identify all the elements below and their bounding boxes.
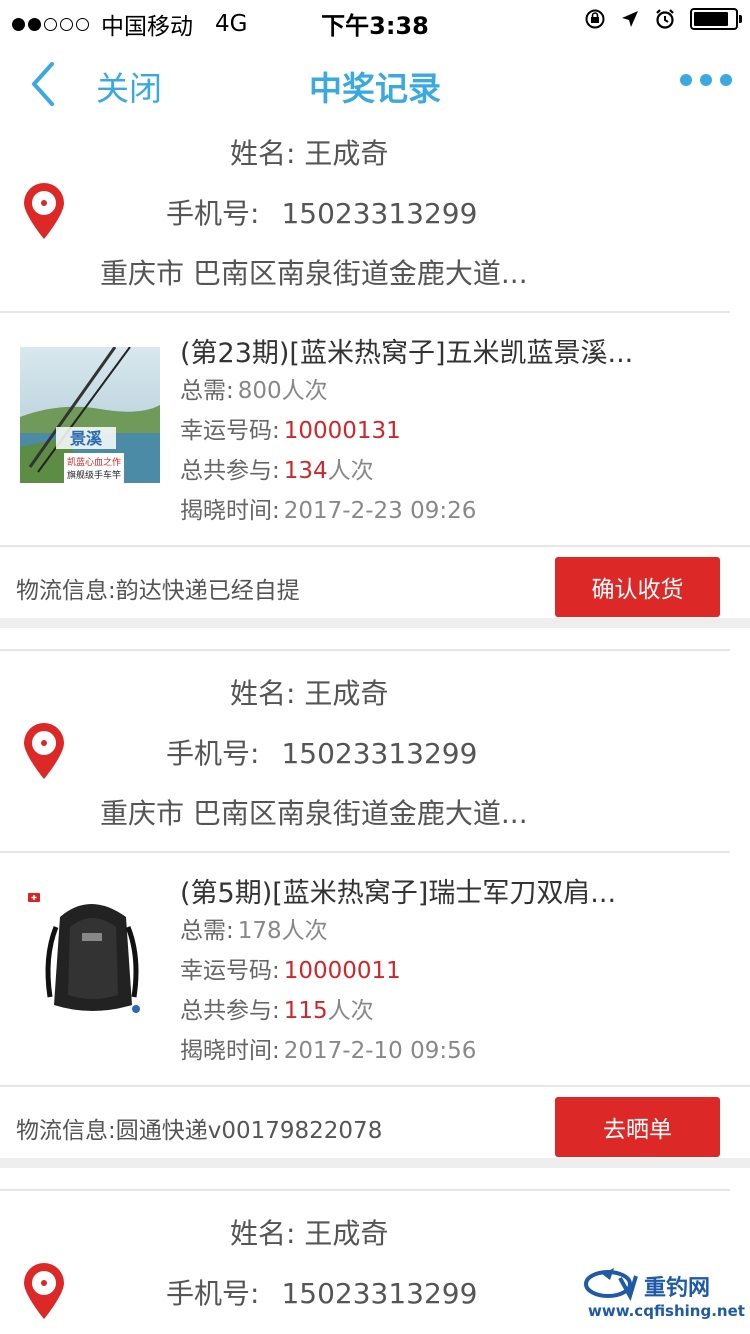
lucky-number: 幸运号码: 10000011 — [180, 958, 401, 984]
total-required: 总需: 178人次 — [180, 918, 328, 944]
recipient-phone: 手机号: 15023313299 — [166, 1277, 478, 1310]
watermark-logo-icon — [584, 1268, 638, 1302]
total-participation: 总共参与: 115人次 — [180, 998, 374, 1024]
total-required: 总需: 800人次 — [180, 378, 328, 404]
battery-level — [694, 12, 728, 26]
address-section[interactable]: 姓名: 王成奇 手机号: 15023313299 重庆市 巴南区南泉街道金鹿大道.… — [0, 668, 730, 853]
card-divider — [0, 618, 750, 628]
prize-record-card: 姓名: 王成奇 手机号: 15023313299 重庆市 巴南区南泉街道金鹿大道.… — [0, 668, 750, 1159]
logistics-info: 物流信息:韵达快递已经自提 — [16, 578, 300, 604]
product-image-title: 景溪 — [70, 429, 103, 448]
location-pin-icon — [24, 1263, 64, 1319]
total-participation: 总共参与: 134人次 — [180, 458, 374, 484]
more-icon — [680, 74, 692, 86]
watermark-url: www.cqfishing.net — [588, 1302, 745, 1320]
nav-bar: 关闭 中奖记录 — [0, 40, 750, 128]
address-section[interactable]: 姓名: 王成奇 手机号: 15023313299 重庆市 巴南区南泉街道金鹿大道.… — [0, 128, 730, 313]
logistics-section: 物流信息:圆通快递v00179822078 去晒单 — [0, 1087, 750, 1159]
recipient-address: 重庆市 巴南区南泉街道金鹿大道... — [100, 257, 528, 290]
rotation-lock-icon — [585, 9, 605, 29]
product-image: 景溪 凯蓝心血之作 旗舰级手车竿 — [20, 347, 160, 483]
phone-value: 15023313299 — [281, 737, 478, 770]
divider-line — [0, 649, 730, 651]
logistics-info: 物流信息:圆通快递v00179822078 — [16, 1118, 383, 1144]
product-section[interactable]: 景溪 凯蓝心血之作 旗舰级手车竿 (第23期)[蓝米热窝子]五米凯蓝景溪... … — [0, 313, 750, 547]
status-bar: 中国移动 4G 下午3:38 — [0, 0, 750, 40]
recipient-phone: 手机号: 15023313299 — [166, 737, 478, 770]
battery-icon — [690, 8, 742, 30]
product-section[interactable]: (第5期)[蓝米热窝子]瑞士军刀双肩... 总需: 178人次 幸运号码: 1000… — [0, 853, 750, 1087]
recipient-name: 姓名: 王成奇 — [230, 677, 389, 710]
alarm-icon — [656, 9, 674, 29]
reveal-time: 揭晓时间: 2017-2-10 09:56 — [180, 1038, 477, 1064]
recipient-name-value: 王成奇 — [304, 137, 389, 170]
product-image-caption-1: 凯蓝心血之作 — [67, 456, 121, 468]
site-watermark: 重钓网 www.cqfishing.net — [584, 1266, 745, 1326]
location-pin-icon — [24, 723, 64, 779]
phone-value: 15023313299 — [281, 1277, 478, 1310]
location-pin-icon — [24, 183, 64, 239]
page-title: 中奖记录 — [309, 69, 441, 108]
recipient-name: 姓名: 王成奇 — [230, 1217, 389, 1250]
recipient-name-value: 王成奇 — [304, 1217, 389, 1250]
phone-value: 15023313299 — [281, 197, 478, 230]
more-button[interactable] — [680, 74, 732, 86]
product-title: (第5期)[蓝米热窝子]瑞士军刀双肩... — [180, 878, 617, 909]
watermark-title: 重钓网 — [644, 1276, 711, 1301]
recipient-name-value: 王成奇 — [304, 677, 389, 710]
product-image-caption-2: 旗舰级手车竿 — [67, 469, 121, 481]
logistics-section: 物流信息:韵达快递已经自提 确认收货 — [0, 547, 750, 619]
divider-line — [0, 1189, 730, 1191]
reveal-time: 揭晓时间: 2017-2-23 09:26 — [180, 498, 477, 524]
lucky-number: 幸运号码: 10000131 — [180, 418, 401, 444]
recipient-name: 姓名: 王成奇 — [230, 137, 389, 170]
confirm-receipt-button[interactable]: 确认收货 — [555, 557, 720, 617]
recipient-address: 重庆市 巴南区南泉街道金鹿大道... — [100, 797, 528, 830]
prize-record-card: 姓名: 王成奇 手机号: 15023313299 重庆市 巴南区南泉街道金鹿大道.… — [0, 128, 750, 619]
share-order-button[interactable]: 去晒单 — [555, 1097, 720, 1157]
location-arrow-icon — [622, 11, 638, 27]
recipient-phone: 手机号: 15023313299 — [166, 197, 478, 230]
status-right — [584, 8, 742, 30]
card-divider — [0, 1158, 750, 1168]
product-image — [20, 887, 160, 1023]
product-title: (第23期)[蓝米热窝子]五米凯蓝景溪... — [180, 338, 634, 369]
